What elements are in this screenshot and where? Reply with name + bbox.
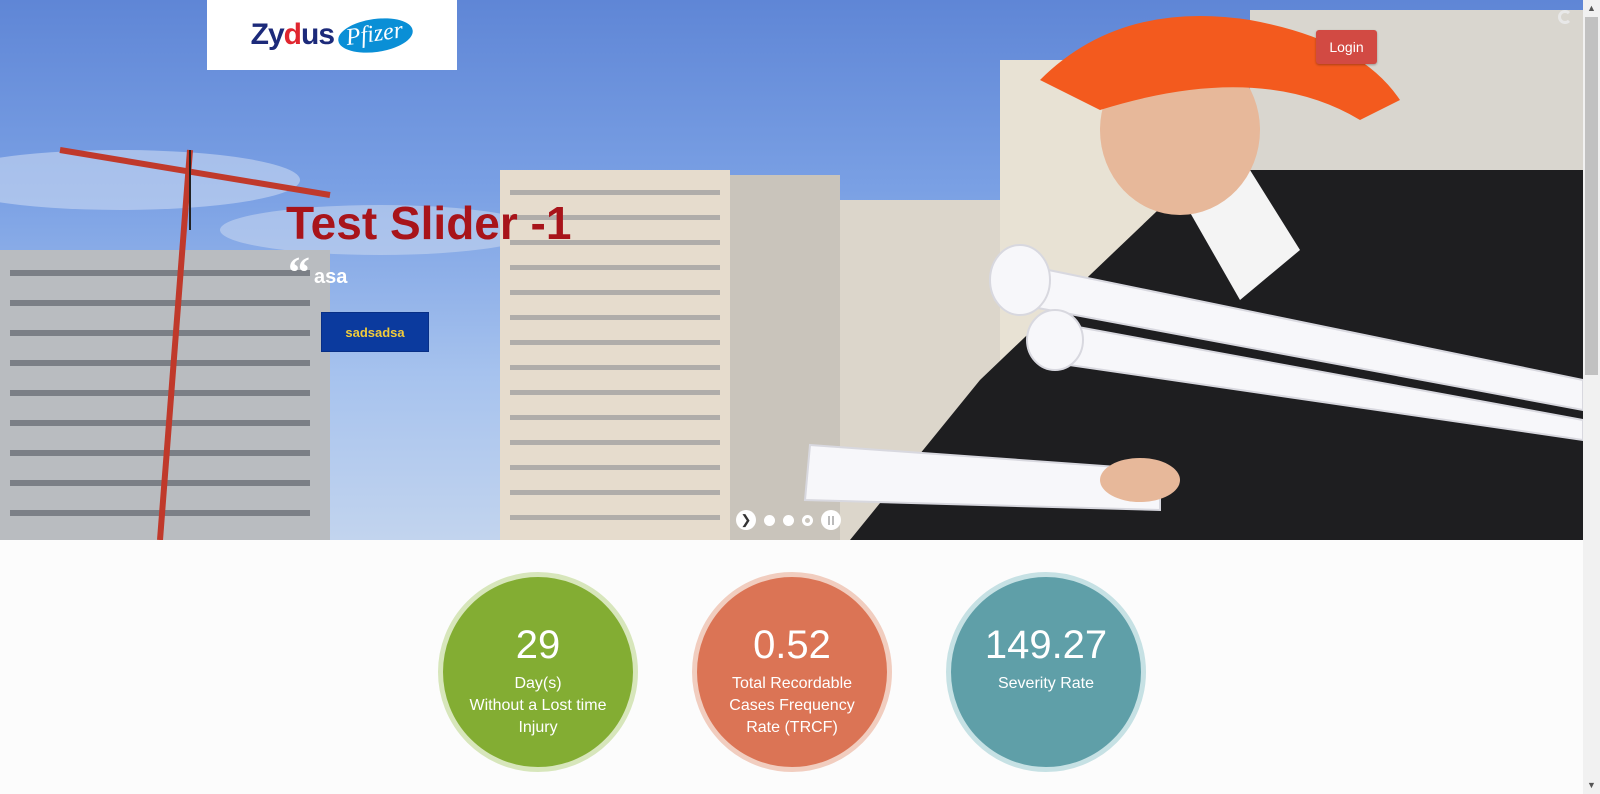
stat-severity-rate: 149.27 Severity Rate [946, 572, 1146, 772]
scroll-down-icon[interactable]: ▼ [1583, 777, 1600, 794]
zydus-logo: Zydus [250, 18, 335, 51]
stat-trcf: 0.52 Total Recordable Cases Frequency Ra… [692, 572, 892, 772]
spinner-icon [1558, 10, 1572, 24]
slide-quote: “asa [288, 251, 348, 295]
quote-icon: “ [288, 248, 310, 297]
slider-controls: ❯ [736, 509, 841, 531]
slide-cta-button[interactable]: sadsadsa [321, 312, 429, 352]
scroll-up-icon[interactable]: ▲ [1583, 0, 1600, 17]
stat-label: Total Recordable Cases Frequency Rate (T… [729, 675, 855, 736]
scroll-thumb[interactable] [1585, 17, 1598, 375]
slide-quote-text: asa [314, 266, 348, 288]
stat-value: 29 [515, 623, 561, 667]
stat-days-without-lti: 29 Day(s) Without a Lost time Injury [438, 572, 638, 772]
stat-label: Day(s) Without a Lost time Injury [469, 675, 607, 736]
login-button[interactable]: Login [1316, 30, 1377, 64]
page-scrollbar[interactable]: ▲ ▼ [1583, 0, 1600, 794]
site-logo[interactable]: Zydus Pfizer [207, 0, 457, 70]
slide-background-image [0, 10, 1583, 540]
hero-slider: Zydus Pfizer Login Test Slider -1 “asa s… [0, 0, 1583, 540]
slider-dot-1[interactable] [764, 514, 775, 526]
stat-value: 0.52 [753, 623, 831, 667]
slider-dot-2[interactable] [783, 514, 794, 526]
slider-dot-3[interactable] [802, 514, 813, 526]
chevron-right-icon[interactable]: ❯ [736, 510, 756, 530]
stat-value: 149.27 [984, 623, 1108, 667]
pause-icon[interactable] [821, 510, 841, 530]
pfizer-logo: Pfizer [336, 13, 416, 57]
slide-title: Test Slider -1 [286, 197, 572, 249]
page: Zydus Pfizer Login Test Slider -1 “asa s… [0, 0, 1600, 794]
stat-label: Severity Rate [997, 675, 1095, 692]
